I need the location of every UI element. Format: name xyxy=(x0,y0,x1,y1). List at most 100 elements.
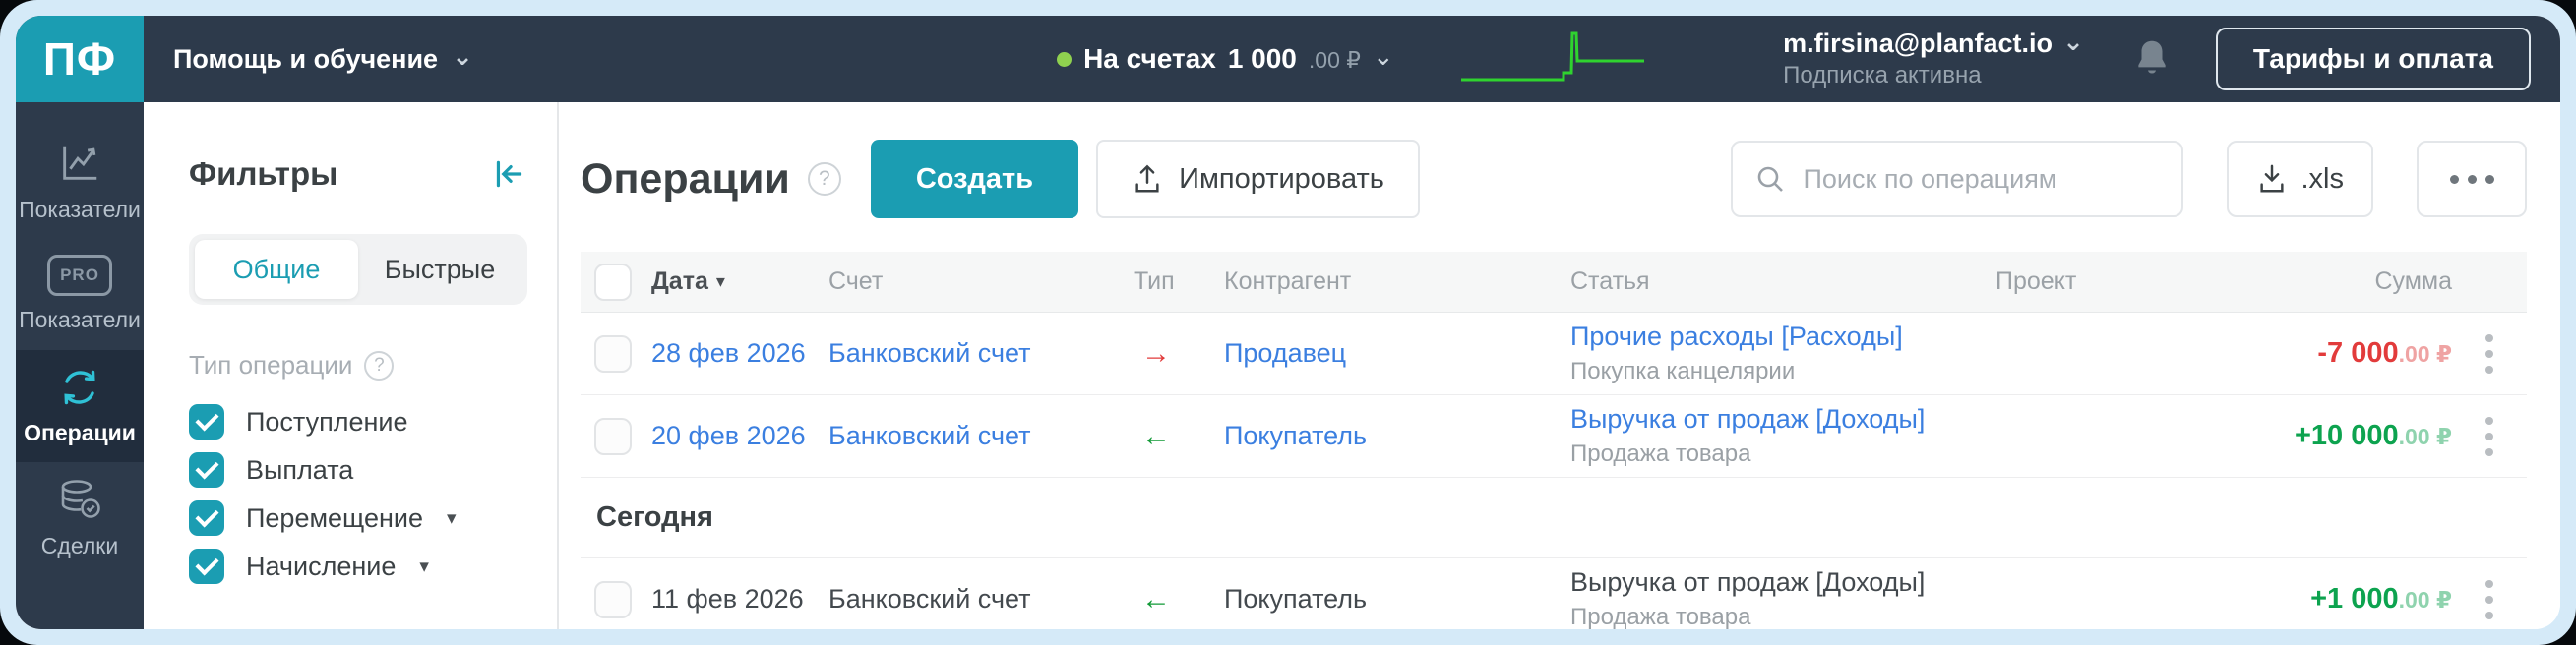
sort-desc-icon: ▾ xyxy=(715,271,725,291)
search-icon xyxy=(1757,166,1783,192)
row-checkbox[interactable] xyxy=(594,417,632,455)
account-link[interactable]: Банковский счет xyxy=(828,584,1134,615)
collapse-panel-button[interactable] xyxy=(490,155,527,193)
row-checkbox[interactable] xyxy=(594,334,632,373)
planfact-app: ПФ Помощь и обучение ⌄ На счетах 1 000 .… xyxy=(16,16,2560,629)
page-title: Операции xyxy=(581,154,790,203)
tab-quick[interactable]: Быстрые xyxy=(358,240,521,299)
app-logo[interactable]: ПФ xyxy=(16,16,144,102)
account-link[interactable]: Банковский счет xyxy=(828,338,1134,369)
checkbox-label: Начисление xyxy=(246,551,397,581)
column-header-account: Счет xyxy=(828,267,884,295)
sidebar-item-label: Сделки xyxy=(40,533,119,558)
create-button[interactable]: Создать xyxy=(870,140,1079,218)
chevron-down-icon: ⌄ xyxy=(1372,41,1394,71)
chevron-down-icon: ⌄ xyxy=(2062,27,2084,56)
chevron-down-icon: ⌄ xyxy=(452,41,473,71)
operations-page: Операции ? Создать Импортировать Поиск п… xyxy=(559,102,2560,629)
counterparty-link[interactable]: Покупатель xyxy=(1224,584,1570,615)
sidebar-item-deals[interactable]: Сделки xyxy=(16,462,144,574)
operation-date-link[interactable]: 20 фев 2026 xyxy=(651,421,828,451)
sidebar-item-pro-indicators[interactable]: PRO Показатели xyxy=(16,238,144,350)
balance-sparkline-chart xyxy=(1460,31,1644,82)
column-header-counterparty: Контрагент xyxy=(1224,267,1352,295)
table-row: 11 фев 2026 Банковский счет ← Покупатель… xyxy=(581,558,2527,629)
table-row: 20 фев 2026 Банковский счет ← Покупатель… xyxy=(581,395,2527,478)
ellipsis-icon xyxy=(2467,174,2477,184)
user-menu[interactable]: m.firsina@planfact.io ⌄ xyxy=(1783,28,2084,61)
checkbox-checked-icon xyxy=(189,452,224,488)
select-all-checkbox[interactable] xyxy=(594,263,632,301)
more-options-button[interactable] xyxy=(2417,141,2527,217)
row-menu-button[interactable] xyxy=(2452,333,2527,374)
account-link[interactable]: Банковский счет xyxy=(828,421,1134,451)
checkbox-label: Поступление xyxy=(246,406,408,437)
row-checkbox[interactable] xyxy=(594,580,632,618)
user-email: m.firsina@planfact.io xyxy=(1783,29,2054,59)
help-menu[interactable]: Помощь и обучение ⌄ xyxy=(173,41,473,75)
page-header: Операции ? Создать Импортировать Поиск п… xyxy=(581,138,2527,220)
article-link[interactable]: Выручка от продаж [Доходы] xyxy=(1570,404,1925,434)
checkbox-checked-icon xyxy=(189,500,224,536)
checkbox-accrual[interactable]: Начисление ▾ xyxy=(189,549,527,584)
article-link[interactable]: Прочие расходы [Расходы] xyxy=(1570,322,1903,351)
kebab-dots-icon xyxy=(2485,365,2493,374)
tariffs-payment-button[interactable]: Тарифы и оплата xyxy=(2215,28,2531,90)
operation-date-link[interactable]: 28 фев 2026 xyxy=(651,338,828,369)
sidebar-nav: Показатели PRO Показатели Операции Сделк… xyxy=(16,102,144,629)
user-account-block: m.firsina@planfact.io ⌄ Подписка активна xyxy=(1783,28,2084,90)
caret-down-icon: ▾ xyxy=(419,556,429,577)
export-xls-button[interactable]: .xls xyxy=(2226,141,2373,217)
kebab-dots-icon xyxy=(2485,611,2493,619)
kebab-dots-icon xyxy=(2485,349,2493,358)
operations-table: Дата ▾ Счет Тип Контрагент Статья Проект… xyxy=(581,252,2527,629)
article-link[interactable]: Выручка от продаж [Доходы] xyxy=(1570,567,1925,597)
help-icon[interactable]: ? xyxy=(364,350,395,381)
article-cell: Выручка от продаж [Доходы] Продажа товар… xyxy=(1570,404,1995,468)
article-note: Продажа товара xyxy=(1570,604,1751,629)
kebab-dots-icon xyxy=(2485,333,2493,342)
row-menu-button[interactable] xyxy=(2452,579,2527,619)
help-icon[interactable]: ? xyxy=(807,162,841,196)
article-note: Покупка канцелярии xyxy=(1570,358,1796,384)
coins-check-icon xyxy=(61,480,100,518)
page-body: Показатели PRO Показатели Операции Сделк… xyxy=(16,102,2560,629)
article-note: Продажа товара xyxy=(1570,440,1751,467)
row-menu-button[interactable] xyxy=(2452,416,2527,456)
column-header-amount: Сумма xyxy=(2374,267,2452,295)
sidebar-item-operations[interactable]: Операции xyxy=(16,350,144,462)
import-button-label: Импортировать xyxy=(1179,162,1384,195)
notifications-bell-button[interactable] xyxy=(2131,36,2173,82)
accounts-balance-dropdown[interactable]: На счетах 1 000 .00 ₽ ⌄ xyxy=(1057,43,1394,75)
amount-cell: -7 000.00 ₽ xyxy=(2317,337,2452,369)
search-input[interactable] xyxy=(1801,162,2160,196)
operation-type-label: Тип операции ? xyxy=(189,350,527,381)
checkbox-label: Перемещение xyxy=(246,502,423,533)
amount-cell: +10 000.00 ₽ xyxy=(2294,420,2452,451)
article-cell: Прочие расходы [Расходы] Покупка канцеля… xyxy=(1570,322,1995,385)
line-chart-icon xyxy=(63,146,97,180)
counterparty-link[interactable]: Продавец xyxy=(1224,338,1570,369)
operation-date-link[interactable]: 11 фев 2026 xyxy=(651,584,828,615)
table-row: 28 фев 2026 Банковский счет → Продавец П… xyxy=(581,313,2527,395)
counterparty-link[interactable]: Покупатель xyxy=(1224,421,1570,451)
sync-arrows-icon xyxy=(64,370,95,405)
checkbox-payout[interactable]: Выплата xyxy=(189,452,527,488)
tab-general[interactable]: Общие xyxy=(195,240,358,299)
column-header-type: Тип xyxy=(1134,267,1175,295)
column-header-date[interactable]: Дата ▾ xyxy=(651,267,828,296)
article-cell: Выручка от продаж [Доходы] Продажа товар… xyxy=(1570,567,1995,629)
ellipsis-icon xyxy=(2449,174,2459,184)
sidebar-item-indicators[interactable]: Показатели xyxy=(16,126,144,238)
inflow-arrow-icon: ← xyxy=(1141,419,1171,452)
checkbox-transfer[interactable]: Перемещение ▾ xyxy=(189,500,527,536)
filters-tabs: Общие Быстрые xyxy=(189,234,527,305)
filters-title: Фильтры xyxy=(189,155,338,192)
sidebar-item-label: Показатели xyxy=(19,197,141,222)
app-logo-text: ПФ xyxy=(42,33,117,85)
import-button[interactable]: Импортировать xyxy=(1096,140,1420,218)
outflow-arrow-icon: → xyxy=(1141,336,1171,370)
checkbox-checked-icon xyxy=(189,549,224,584)
checkbox-checked-icon xyxy=(189,404,224,440)
checkbox-incoming[interactable]: Поступление xyxy=(189,404,527,440)
